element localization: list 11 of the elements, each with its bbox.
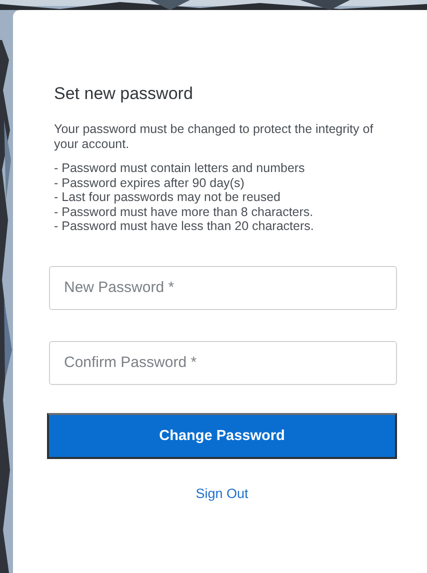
password-rule: - Password must have less than 20 characters. [54, 219, 315, 234]
password-field[interactable]: Confirm Password * [49, 340, 397, 384]
password-rule: - Password must contain letters and numbers [54, 161, 306, 176]
change-password-button[interactable]: Change Password [47, 412, 397, 458]
intro-text: Your password must be changed to protect the integrity of your account. [54, 122, 374, 152]
password-field[interactable]: New Password * [49, 266, 397, 310]
dialog-title: Set new password [54, 84, 194, 104]
sign-out-link[interactable]: Sign Out [196, 486, 248, 500]
password-rule: - Password must have more than 8 characters. [54, 204, 314, 219]
password-rule: - Password expires after 90 day(s) [54, 176, 246, 190]
password-rule: - Last four passwords may not be reused [54, 190, 282, 204]
